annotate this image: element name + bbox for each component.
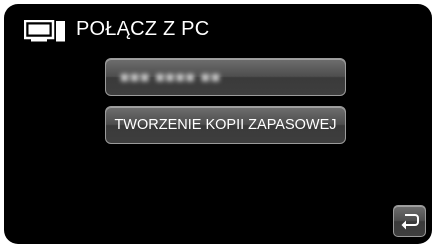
backup-button[interactable]: TWORZENIE KOPII ZAPASOWEJ	[105, 106, 346, 144]
header: POŁĄCZ Z PC	[4, 4, 432, 44]
screen: POŁĄCZ Z PC ■■■ ■■■■ ■■ TWORZENIE KOPII …	[0, 0, 436, 248]
page-title: POŁĄCZ Z PC	[76, 18, 210, 40]
backup-button-label: TWORZENIE KOPII ZAPASOWEJ	[114, 117, 337, 133]
device-name-button[interactable]: ■■■ ■■■■ ■■	[105, 58, 346, 96]
pc-monitor-tower-icon	[23, 19, 66, 42]
return-arrow-icon	[400, 212, 420, 230]
menu-panel: POŁĄCZ Z PC ■■■ ■■■■ ■■ TWORZENIE KOPII …	[4, 4, 432, 244]
back-button[interactable]	[393, 205, 426, 237]
device-name-label: ■■■ ■■■■ ■■	[120, 68, 221, 86]
